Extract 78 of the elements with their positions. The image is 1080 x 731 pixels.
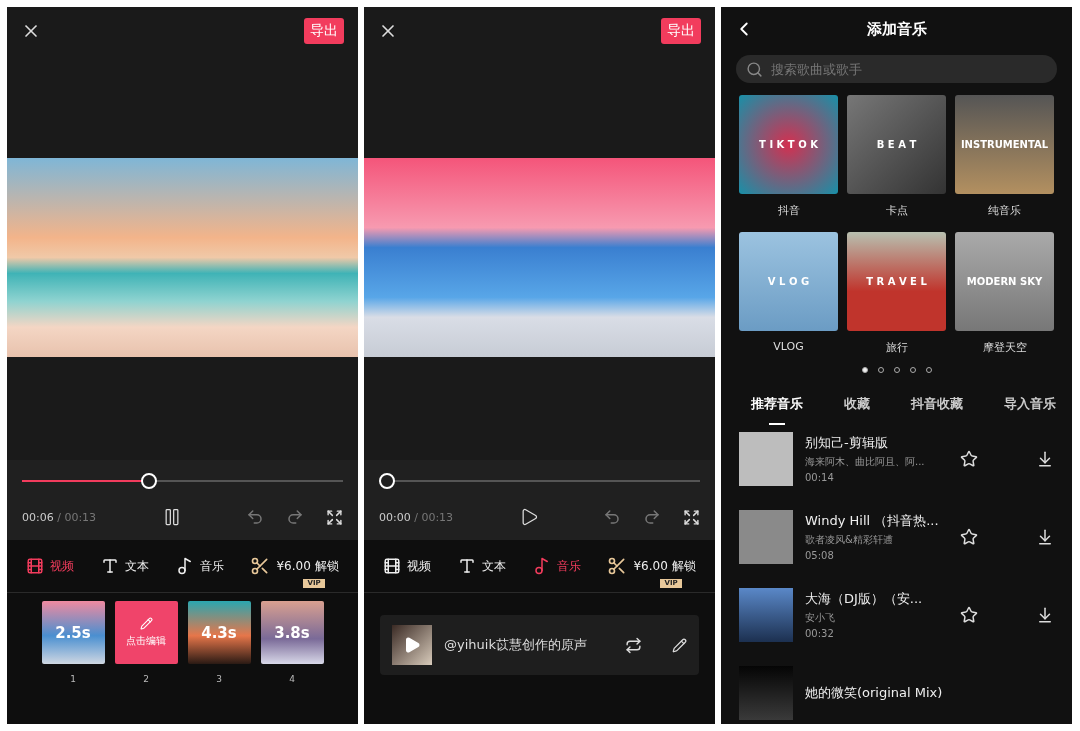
- export-button[interactable]: 导出: [661, 18, 701, 44]
- replace-button[interactable]: [625, 636, 642, 654]
- tool-tab[interactable]: 音乐: [530, 555, 583, 577]
- redo-button[interactable]: [286, 508, 304, 526]
- music-tab[interactable]: 抖音收藏: [911, 395, 963, 427]
- screen-title: 添加音乐: [866, 19, 927, 39]
- favorite-button[interactable]: [960, 449, 978, 468]
- music-tab[interactable]: 推荐音乐: [751, 395, 803, 427]
- playback-time: 00:00 / 00:13: [379, 510, 455, 524]
- download-button[interactable]: [1036, 449, 1054, 468]
- category-cover[interactable]: T I K T O K: [739, 95, 838, 194]
- song-title: 别知己-剪辑版: [805, 434, 889, 452]
- song-cover-placeholder: [739, 509, 793, 564]
- tool-tab[interactable]: 文本: [456, 555, 509, 577]
- audio-track-card[interactable]: @yihuik苡慧创作的原声: [380, 615, 699, 675]
- film-icon: [383, 557, 402, 575]
- song-duration: 05:08: [805, 550, 835, 561]
- track-name: @yihuik苡慧创作的原声: [444, 636, 588, 654]
- clip-number: 2: [143, 674, 149, 684]
- song-artist: 安小飞: [805, 611, 836, 625]
- text-icon: [458, 557, 477, 575]
- playback-time: 00:06 / 00:13: [22, 510, 98, 524]
- redo-button[interactable]: [643, 508, 661, 526]
- download-button[interactable]: [1036, 527, 1054, 546]
- song-title: 她的微笑(original Mix): [805, 683, 944, 702]
- film-icon: [26, 557, 45, 575]
- music-note-icon: [175, 557, 194, 575]
- tool-tab[interactable]: 音乐: [173, 555, 226, 577]
- search-icon: [746, 60, 763, 78]
- song-artist: 歌者凌风&精彩轩逋: [805, 533, 894, 547]
- music-note-icon: [532, 557, 551, 575]
- favorite-button[interactable]: [960, 527, 978, 546]
- song-duration: 00:32: [805, 628, 835, 639]
- category-label: 抖音: [777, 203, 800, 218]
- page-dot[interactable]: [861, 367, 868, 373]
- category-label: VLOG: [773, 340, 804, 353]
- music-tab[interactable]: 导入音乐: [1004, 395, 1056, 427]
- category-label: 摩登天空: [982, 340, 1027, 355]
- clip-thumbnail[interactable]: 4.3s: [187, 601, 251, 664]
- song-duration: 00:14: [805, 472, 835, 483]
- clip-number: 4: [289, 674, 295, 684]
- undo-button[interactable]: [603, 508, 621, 526]
- song-title: 大海（DJ版）（安...: [805, 590, 924, 608]
- fullscreen-button[interactable]: [326, 508, 343, 526]
- undo-button[interactable]: [246, 508, 264, 526]
- clip-number: 3: [216, 674, 222, 684]
- clip-number: 1: [70, 674, 76, 684]
- favorite-button[interactable]: [960, 605, 978, 624]
- category-label: 纯音乐: [988, 203, 1021, 218]
- search-input[interactable]: 搜索歌曲或歌手: [769, 60, 1047, 78]
- play-icon: [403, 636, 421, 654]
- export-button[interactable]: 导出: [304, 18, 344, 44]
- song-cover-placeholder: [739, 431, 793, 486]
- category-cover[interactable]: MODERN SKY: [955, 232, 1054, 331]
- download-button[interactable]: [1036, 605, 1054, 624]
- clip-thumbnail[interactable]: 2.5s: [41, 601, 105, 664]
- text-icon: [101, 557, 120, 575]
- song-artist: 海来阿木、曲比阿且、阿...: [805, 455, 926, 469]
- song-cover-placeholder: [739, 665, 793, 720]
- edit-button[interactable]: [672, 637, 687, 653]
- pencil-icon: [139, 617, 153, 630]
- category-cover[interactable]: B E A T: [847, 95, 946, 194]
- search-field[interactable]: 搜索歌曲或歌手: [736, 55, 1057, 83]
- category-label: 卡点: [885, 203, 908, 218]
- progress-thumb[interactable]: [140, 473, 157, 489]
- song-cover-placeholder: [739, 587, 793, 642]
- category-label: 旅行: [885, 340, 908, 355]
- tool-tab[interactable]: 文本: [99, 555, 152, 577]
- edit-clip-button[interactable]: 点击编辑: [114, 601, 178, 664]
- category-cover[interactable]: INSTRUMENTAL: [955, 95, 1054, 194]
- progress-thumb[interactable]: [379, 473, 395, 489]
- tool-tab[interactable]: 视频: [381, 555, 434, 577]
- fullscreen-button[interactable]: [683, 508, 700, 526]
- tool-tab[interactable]: 视频: [24, 555, 77, 577]
- category-cover[interactable]: T R A V E L: [847, 232, 946, 331]
- song-title: Windy Hill （抖音热...: [805, 512, 940, 530]
- music-tab[interactable]: 收藏: [844, 395, 870, 427]
- clip-thumbnail[interactable]: 3.8s: [260, 601, 324, 664]
